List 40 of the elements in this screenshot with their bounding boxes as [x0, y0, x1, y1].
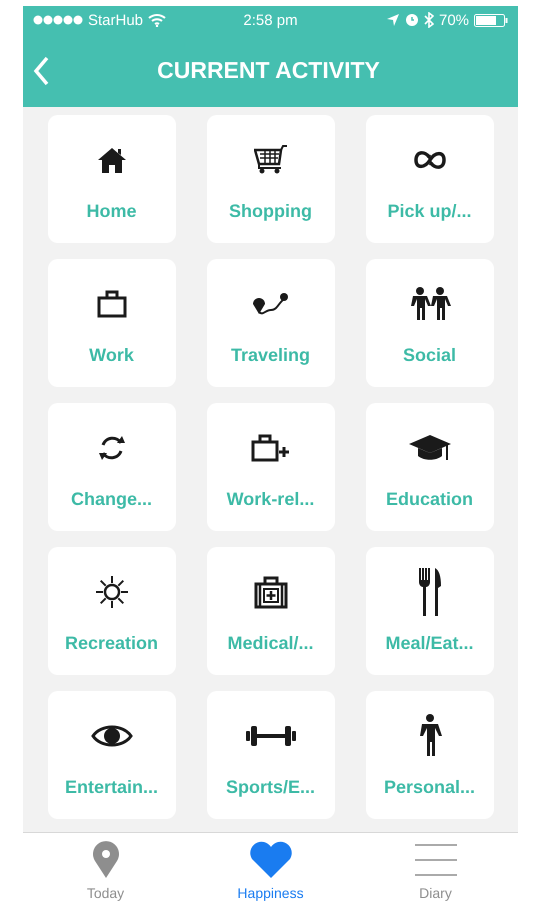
wifi-icon: [148, 13, 166, 27]
screen-title: CURRENT ACTIVITY: [156, 57, 381, 84]
activity-tile[interactable]: Entertain...: [48, 691, 176, 819]
graduation-cap-icon: [406, 433, 452, 463]
first-aid-kit-icon: [254, 575, 288, 609]
carrier-name: StarHub: [88, 12, 144, 28]
heart-icon: [248, 841, 294, 879]
activity-tile[interactable]: Personal...: [366, 691, 494, 819]
location-arrow-icon: [386, 13, 400, 27]
activity-tile[interactable]: Change...: [48, 403, 176, 531]
clock-time: 2:58 pm: [243, 12, 298, 28]
activity-tile[interactable]: Pick up/...: [366, 115, 494, 243]
activity-tile[interactable]: Medical/...: [206, 547, 334, 675]
map-pin-icon: [92, 841, 120, 879]
battery-icon: [474, 14, 508, 26]
briefcase-icon: [96, 290, 126, 318]
dumbbell-icon: [244, 724, 296, 748]
tab-item[interactable]: Today: [23, 833, 188, 910]
loop-arrows-icon: [412, 149, 446, 171]
activity-tile[interactable]: Work-rel...: [206, 403, 334, 531]
alarm-clock-icon: [404, 13, 419, 27]
battery-percent: 70%: [438, 12, 470, 28]
activity-tile[interactable]: Social: [366, 259, 494, 387]
sun-icon: [94, 575, 128, 609]
tab-item[interactable]: Happiness: [188, 833, 353, 910]
signal-dots-icon: [33, 15, 83, 25]
briefcase-plus-icon: [250, 433, 290, 463]
bluetooth-icon: [424, 12, 434, 28]
house-icon: [96, 146, 126, 174]
activity-tile[interactable]: Meal/Eat...: [366, 547, 494, 675]
tab-item[interactable]: Diary: [353, 833, 518, 910]
activity-tile[interactable]: Sports/E...: [206, 691, 334, 819]
activity-tile[interactable]: Work: [48, 259, 176, 387]
activity-tile[interactable]: Shopping: [206, 115, 334, 243]
activity-tile[interactable]: Traveling: [206, 259, 334, 387]
activity-tile[interactable]: Home: [48, 115, 176, 243]
activity-tile[interactable]: Recreation: [48, 547, 176, 675]
shopping-cart-icon: [254, 145, 288, 175]
fork-and-knife-icon: [416, 566, 442, 618]
activity-tile[interactable]: Education: [366, 403, 494, 531]
